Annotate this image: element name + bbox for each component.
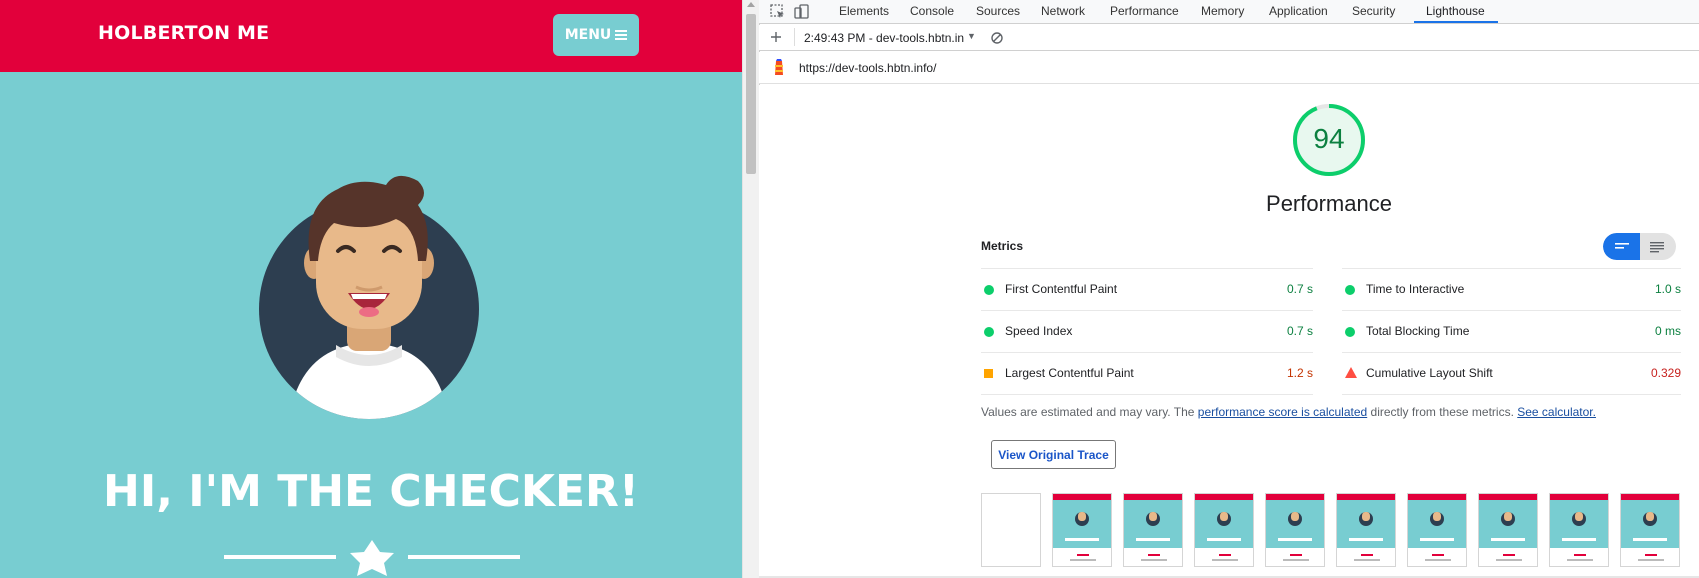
score-calculated-link[interactable]: performance score is calculated (1198, 405, 1367, 419)
hamburger-icon (615, 30, 628, 40)
metric-name: First Contentful Paint (1005, 282, 1118, 296)
tab-elements[interactable]: Elements (839, 4, 889, 18)
tab-sources[interactable]: Sources (976, 4, 1020, 18)
category-title: Performance (1266, 191, 1392, 216)
inspect-element-icon[interactable] (769, 3, 787, 21)
filmstrip-frame (1620, 493, 1680, 567)
filmstrip-frame (1407, 493, 1467, 567)
metric-name: Total Blocking Time (1366, 324, 1470, 338)
tab-performance[interactable]: Performance (1110, 4, 1179, 18)
scroll-thumb[interactable] (746, 14, 756, 174)
tab-application[interactable]: Application (1269, 4, 1328, 18)
report-url-bar: https://dev-tools.hbtn.info/ (759, 52, 1699, 84)
fail-triangle-icon (1345, 367, 1357, 378)
star-divider (224, 540, 520, 576)
pass-circle-icon (1345, 327, 1355, 337)
menu-button[interactable]: MENU (553, 14, 639, 56)
filmstrip-frame (1265, 493, 1325, 567)
checker-avatar (259, 175, 479, 419)
metric-value: 1.0 s (1654, 282, 1681, 296)
lighthouse-report: 94 Performance Metrics First Contentful … (759, 85, 1699, 578)
filmstrip-frame (1549, 493, 1609, 567)
metric-name: Cumulative Layout Shift (1366, 366, 1493, 380)
new-report-plus-icon[interactable] (769, 30, 783, 44)
toolbar-separator (794, 28, 795, 46)
site-header: HOLBERTON ME MENU (0, 0, 742, 72)
active-tab-indicator (1414, 21, 1498, 23)
pass-circle-icon (984, 285, 994, 295)
note-prefix: Values are estimated and may vary. The (981, 405, 1198, 419)
metric-row[interactable]: Largest Contentful Paint 1.2 s (981, 352, 1313, 394)
site-brand[interactable]: HOLBERTON ME (98, 22, 269, 44)
see-calculator-link[interactable]: See calculator. (1517, 405, 1596, 419)
filmstrip-frame (981, 493, 1041, 567)
metric-value: 0.329 (1650, 366, 1681, 380)
expanded-view-icon[interactable] (1649, 241, 1665, 253)
site-headline: HI, I'M THE CHECKER! (103, 466, 639, 517)
pass-circle-icon (1345, 285, 1355, 295)
clear-reports-icon[interactable] (990, 31, 1004, 45)
note-middle: directly from these metrics. (1367, 405, 1518, 419)
star-icon (350, 540, 394, 576)
metric-row[interactable]: First Contentful Paint 0.7 s (981, 268, 1313, 310)
pass-circle-icon (984, 327, 994, 337)
average-square-icon (984, 369, 993, 378)
metric-row[interactable]: Time to Interactive 1.0 s (1342, 268, 1681, 310)
performance-score: 94 (1313, 123, 1345, 154)
filmstrip-frame (1194, 493, 1254, 567)
metric-value: 0.7 s (1286, 324, 1313, 338)
devtools-panel: Elements Console Sources Network Perform… (759, 0, 1699, 578)
filmstrip-frame (1052, 493, 1112, 567)
metric-name: Time to Interactive (1366, 282, 1465, 296)
report-url[interactable]: https://dev-tools.hbtn.info/ (799, 61, 936, 75)
lighthouse-logo-icon (775, 59, 783, 75)
compact-view-icon (1615, 243, 1629, 249)
filmstrip-frame (1123, 493, 1183, 567)
filmstrip-frame (1478, 493, 1538, 567)
tab-console[interactable]: Console (910, 4, 954, 18)
metric-row[interactable]: Total Blocking Time 0 ms (1342, 310, 1681, 352)
tab-memory[interactable]: Memory (1201, 4, 1244, 18)
device-toolbar-icon[interactable] (793, 3, 811, 21)
tab-lighthouse[interactable]: Lighthouse (1426, 4, 1485, 18)
metrics-bottom-rule (981, 394, 1313, 395)
metric-view-toggle[interactable] (1603, 233, 1676, 260)
metric-name: Speed Index (1005, 324, 1073, 338)
devtools-tab-bar: Elements Console Sources Network Perform… (759, 0, 1699, 24)
scroll-up-arrow-icon[interactable] (747, 2, 755, 7)
filmstrip (981, 493, 1681, 567)
metric-name: Largest Contentful Paint (1005, 366, 1134, 380)
report-select[interactable]: 2:49:43 PM - dev-tools.hbtn.in (804, 31, 964, 45)
metrics-bottom-rule (1342, 394, 1681, 395)
chevron-down-icon[interactable]: ▼ (967, 31, 976, 41)
website-viewport: HOLBERTON ME MENU HI, I'M THE CHECKER! (0, 0, 742, 578)
tab-network[interactable]: Network (1041, 4, 1085, 18)
metric-value: 1.2 s (1286, 366, 1313, 380)
lighthouse-toolbar: 2:49:43 PM - dev-tools.hbtn.in ▼ (759, 25, 1699, 51)
metrics-note: Values are estimated and may vary. The p… (981, 405, 1596, 419)
metric-value: 0.7 s (1286, 282, 1313, 296)
filmstrip-frame (1336, 493, 1396, 567)
metrics-heading: Metrics (981, 239, 1024, 253)
metric-value: 0 ms (1654, 324, 1681, 338)
metric-row[interactable]: Cumulative Layout Shift 0.329 (1342, 352, 1681, 394)
view-original-trace-button[interactable]: View Original Trace (991, 440, 1116, 469)
page-scrollbar[interactable] (742, 0, 759, 578)
tab-security[interactable]: Security (1352, 4, 1395, 18)
metric-row[interactable]: Speed Index 0.7 s (981, 310, 1313, 352)
menu-label: MENU (564, 27, 612, 43)
